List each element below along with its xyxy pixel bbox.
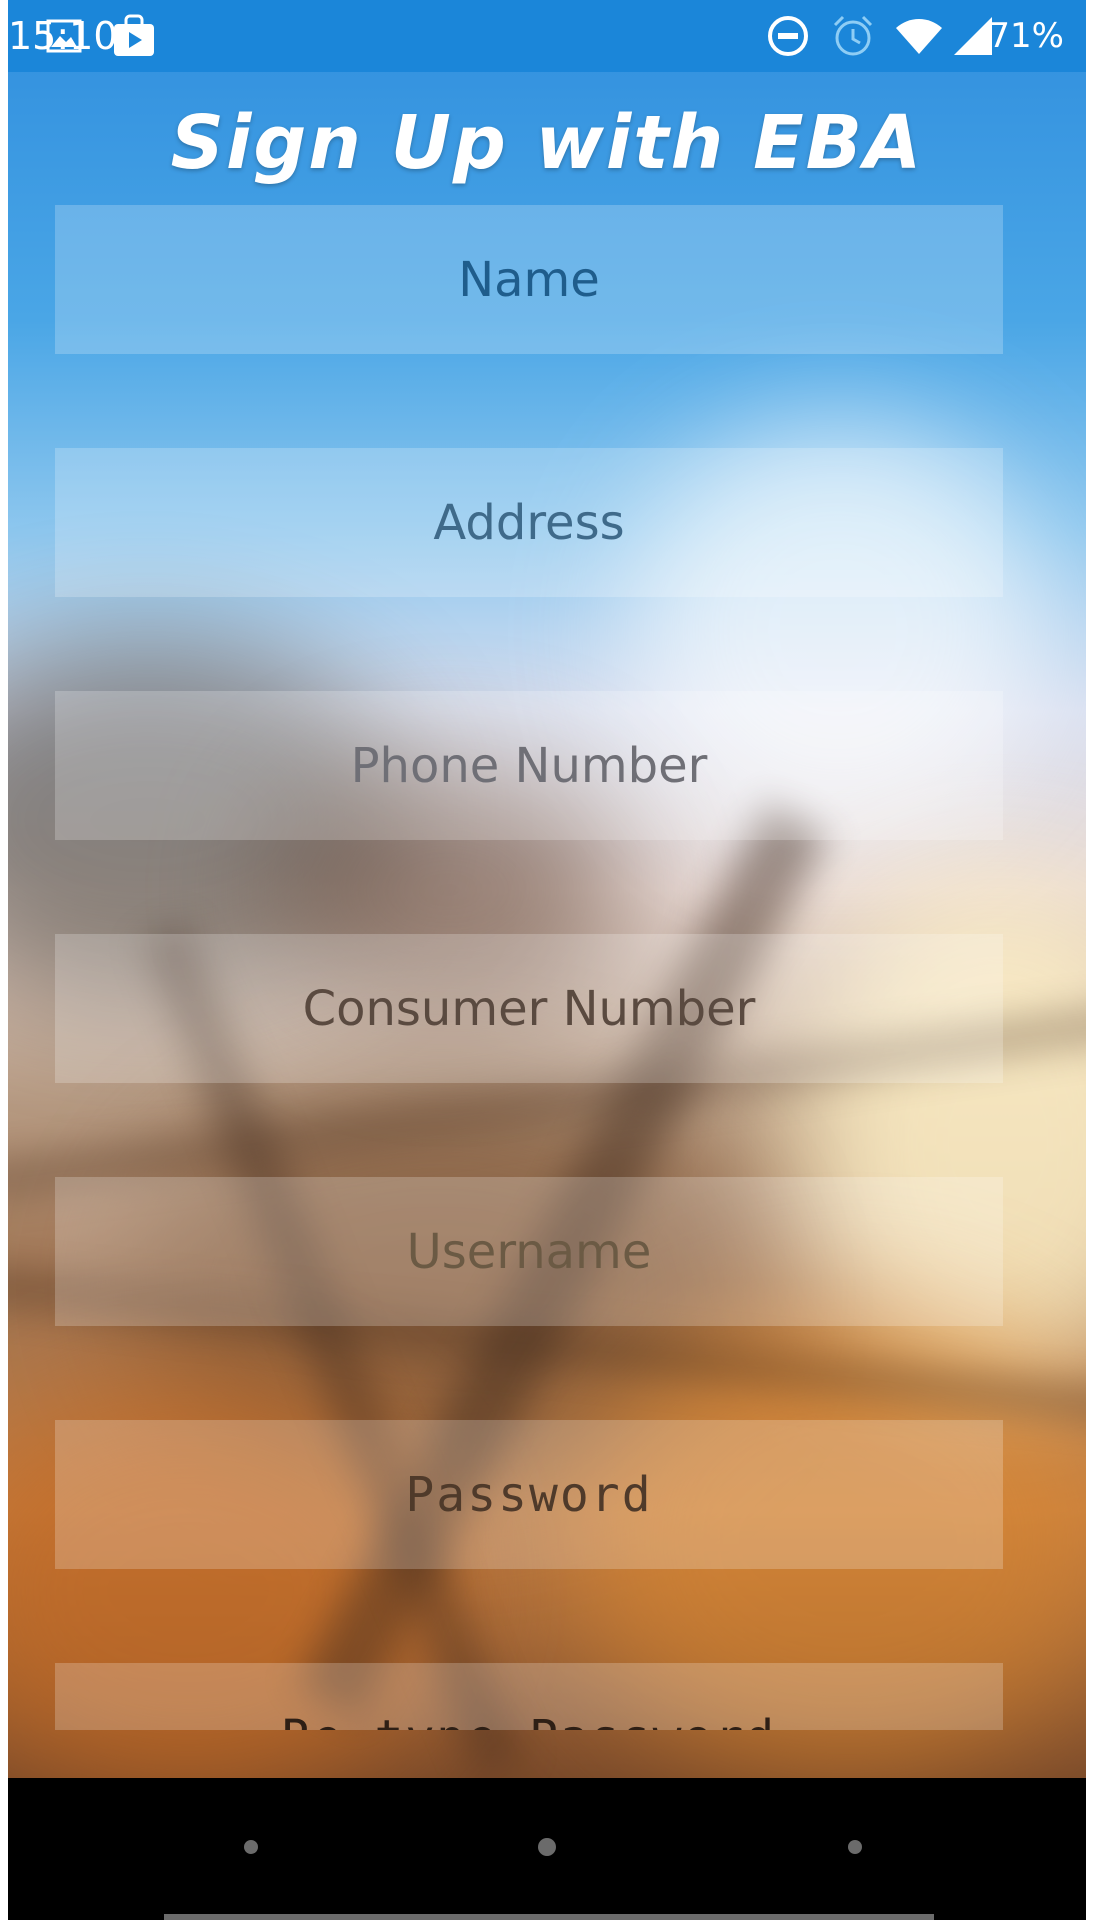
address-placeholder: Address [433,494,625,551]
retype-password-placeholder: Re-type Password [282,1710,776,1731]
back-button[interactable] [244,1840,258,1854]
name-field[interactable]: Name [55,205,1003,354]
navigation-bar [8,1778,1086,1920]
password-field[interactable]: Password [55,1420,1003,1569]
consumer-number-field[interactable]: Consumer Number [55,934,1003,1083]
password-placeholder: Password [405,1466,653,1523]
retype-password-field[interactable]: Re-type Password [55,1663,1003,1730]
recents-button[interactable] [848,1840,862,1854]
consumer-number-placeholder: Consumer Number [302,980,756,1037]
gesture-bar [164,1914,934,1920]
phone-number-field[interactable]: Phone Number [55,691,1003,840]
username-placeholder: Username [406,1223,652,1280]
username-field[interactable]: Username [55,1177,1003,1326]
app-screen: 15:10 71% Sign Up with EBA Name Address … [8,0,1086,1920]
home-button[interactable] [538,1838,556,1856]
address-field[interactable]: Address [55,448,1003,597]
name-placeholder: Name [458,251,600,308]
signup-form: Name Address Phone Number Consumer Numbe… [8,0,1086,1730]
phone-number-placeholder: Phone Number [350,737,708,794]
